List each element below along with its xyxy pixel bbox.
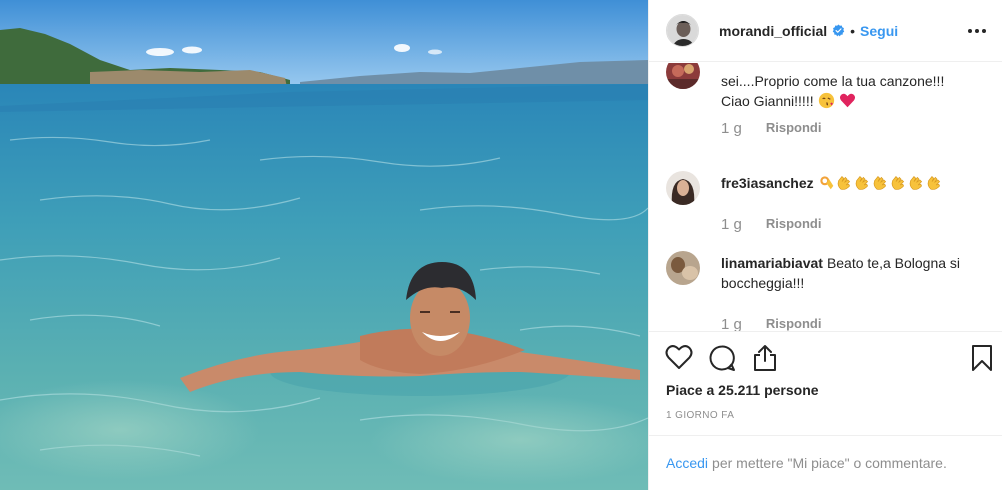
share-icon[interactable] — [752, 344, 778, 377]
author-username[interactable]: morandi_official — [719, 23, 827, 39]
post-actions: Piace a 25.211 persone 1 giorno fa — [649, 331, 1002, 435]
comments-list[interactable]: sei....Proprio come la tua canzone!!! Ci… — [649, 63, 1002, 331]
post-timestamp[interactable]: 1 giorno fa — [666, 410, 734, 421]
commenter-avatar[interactable] — [666, 251, 700, 285]
ok-hand-icon — [818, 174, 835, 196]
commenter-avatar[interactable] — [666, 63, 700, 89]
login-prompt-text: per mettere "Mi piace" o commentare. — [712, 455, 947, 471]
heart-icon[interactable] — [665, 344, 693, 375]
login-link[interactable]: Accedi — [666, 455, 708, 471]
comment-time[interactable]: 1 g — [721, 216, 742, 233]
clap-icon — [854, 174, 871, 196]
comment-time[interactable]: 1 g — [721, 120, 742, 137]
more-options-icon[interactable] — [966, 20, 988, 42]
post-photo[interactable] — [0, 0, 648, 490]
likes-count[interactable]: Piace a 25.211 persone — [666, 382, 819, 398]
clap-icon — [926, 174, 943, 196]
follow-button[interactable]: Segui — [860, 23, 898, 39]
post-side-panel: morandi_official • Segui sei....Proprio … — [648, 0, 1002, 490]
clap-icon — [872, 174, 889, 196]
author-avatar-image — [667, 15, 698, 46]
verified-badge-icon — [832, 24, 845, 37]
header-separator: • — [850, 22, 856, 39]
red-heart-icon — [839, 92, 856, 114]
comment-text-line1: sei....Proprio come la tua canzone!!! — [721, 73, 945, 89]
commenter-avatar[interactable] — [666, 171, 700, 205]
comment-meta: 1 g Rispondi — [721, 216, 821, 233]
clap-icon — [890, 174, 907, 196]
kiss-face-icon — [818, 92, 835, 114]
photo-swimmer-sea — [0, 0, 648, 490]
comment-text-line2: Ciao Gianni!!!!! — [721, 93, 814, 109]
comment-username[interactable]: linamariabiavat — [721, 255, 823, 271]
bookmark-icon[interactable] — [971, 344, 993, 377]
reply-button[interactable]: Rispondi — [766, 316, 822, 331]
comment-body: linamariabiavat Beato te,a Bologna si boc… — [721, 253, 990, 293]
author-avatar[interactable] — [666, 14, 699, 47]
comment-body: fre3iasanchez — [721, 173, 990, 196]
comment-username[interactable]: fre3iasanchez — [721, 175, 814, 191]
post-header: morandi_official • Segui — [649, 0, 1002, 62]
clap-icon — [836, 174, 853, 196]
reply-button[interactable]: Rispondi — [766, 216, 822, 233]
comment-meta: 1 g Rispondi — [721, 120, 821, 137]
comment-icon[interactable] — [708, 344, 736, 377]
reply-button[interactable]: Rispondi — [766, 120, 822, 137]
comment-body: sei....Proprio come la tua canzone!!! Ci… — [721, 71, 990, 114]
clap-icon — [908, 174, 925, 196]
comment-time[interactable]: 1 g — [721, 316, 742, 331]
login-prompt: Accedi per mettere "Mi piace" o commenta… — [649, 435, 1002, 490]
comment-meta: 1 g Rispondi — [721, 316, 821, 331]
